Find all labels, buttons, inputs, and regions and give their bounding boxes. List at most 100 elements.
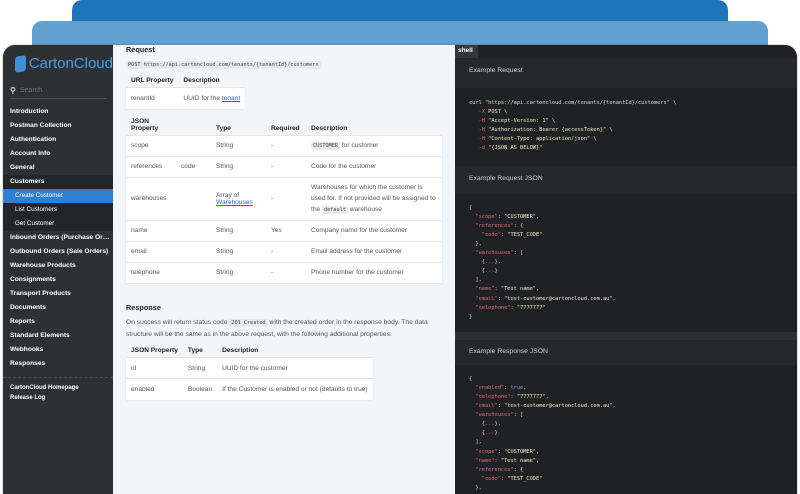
cell: Company name for the customer (306, 220, 442, 241)
cell: name (126, 220, 176, 241)
cell: warehouses (126, 177, 176, 220)
response-property-table: JSON Property Type Description id String UUI… (126, 344, 373, 400)
cell: CUSTOMER for customer (306, 135, 442, 156)
sidebar-item[interactable]: Webhooks (3, 343, 113, 357)
sidebar-item[interactable]: Consignments (3, 273, 113, 287)
table-row: warehouses Array of Warehouses - Warehouses … (126, 177, 442, 220)
column-header: URL Property (131, 77, 174, 84)
table-row: enabled Boolean If the Customer is enabled… (126, 378, 373, 400)
table-row: tenantId UUID for the tenant (126, 87, 246, 109)
cell: UUID for the customer (217, 357, 373, 379)
response-json-code-block: { "enabled": true, "telephone": "7777777… (469, 375, 616, 491)
cell-text: UUID for the (183, 94, 222, 102)
request-heading: Request (126, 45, 155, 54)
column-header: JSON Property (131, 117, 159, 132)
sidebar: CartonCloud ⚲ Search Introduction Postman … (3, 45, 113, 494)
column-header: Type (216, 124, 231, 132)
cell: enabled (126, 378, 183, 400)
sidebar-item[interactable]: Standard Elements (3, 329, 113, 343)
endpoint: POST https://api.cartoncloud.com/tenants… (126, 61, 321, 69)
divider (3, 377, 113, 378)
cell: - (266, 241, 306, 262)
sidebar-item[interactable]: Create Customer (3, 189, 113, 203)
table-row: references code String - Code for the custom… (126, 156, 442, 177)
url-property-table: URL Property Description tenantId UUID for… (126, 74, 246, 109)
warehouses-link[interactable]: Warehouses (216, 199, 253, 206)
cell: UUID for the tenant (178, 87, 246, 109)
cell: Code for the customer (306, 156, 442, 177)
cell: tenantId (126, 87, 179, 109)
cell: Yes (266, 220, 306, 241)
sidebar-item[interactable]: Outbound Orders (Sale Orders) (3, 245, 113, 259)
column-header: Description (183, 77, 220, 84)
sidebar-item[interactable]: Responses (3, 357, 113, 371)
nav-menu: Introduction Postman Collection Authentica… (3, 105, 113, 371)
column-header: Description (311, 124, 348, 132)
cell: Boolean (182, 378, 218, 400)
footer-link-homepage[interactable]: CartonCloud Homepage (3, 384, 113, 394)
sidebar-item[interactable]: Account Info (3, 147, 113, 161)
search-input[interactable]: ⚲ Search (10, 83, 107, 99)
table-row: telephone String - Phone number for the cus… (126, 262, 442, 283)
cell: references (126, 156, 176, 177)
cell (176, 177, 211, 220)
response-heading: Response (126, 303, 161, 312)
sidebar-item[interactable]: Authentication (3, 133, 113, 147)
tenant-link[interactable]: tenant (222, 95, 240, 102)
sidebar-item[interactable]: General (3, 161, 113, 175)
cell: String (211, 135, 266, 156)
cartoncloud-logo-icon (15, 54, 26, 73)
column-header: Required (271, 124, 300, 132)
sidebar-item[interactable]: Get Customer (3, 217, 113, 231)
cell: String (211, 220, 266, 241)
sidebar-item[interactable]: List Customers (3, 203, 113, 217)
request-json-code-block: { "scope": "CUSTOMER", "references": { "… (469, 204, 616, 320)
sidebar-item[interactable]: Customers (3, 175, 113, 189)
divider (455, 331, 797, 340)
cell: String (211, 156, 266, 177)
code-panel: shell Example Request curl "https://api.… (455, 45, 797, 494)
table-row: id String UUID for the customer (126, 357, 373, 379)
sidebar-item[interactable]: Documents (3, 301, 113, 315)
cell: String (211, 241, 266, 262)
table-row: email String - Email address for the custom… (126, 241, 442, 262)
example-request-json-header: Example Request JSON (455, 165, 797, 194)
cell: Warehouses for which the customer is use… (306, 177, 442, 220)
cell: - (266, 177, 306, 220)
cell (176, 135, 211, 156)
cell: String (182, 357, 218, 379)
cell: telephone (126, 262, 176, 283)
cell (176, 262, 211, 283)
cell: id (126, 357, 183, 379)
sidebar-item[interactable]: Inbound Orders (Purchase Orders) (3, 231, 113, 245)
sidebar-item[interactable]: Reports (3, 315, 113, 329)
tab-shell[interactable]: shell (455, 45, 478, 58)
cell: Email address for the customer (306, 241, 442, 262)
cell: email (126, 241, 176, 262)
cell: Phone number for the customer (306, 262, 442, 283)
cell: - (266, 156, 306, 177)
footer-link-release-log[interactable]: Release Log (3, 394, 113, 404)
main-content: Request POST https://api.cartoncloud.com… (113, 45, 455, 494)
cell: Array of Warehouses (211, 177, 266, 220)
cell: If the Customer is enabled or not (defau… (217, 378, 373, 400)
cell: code (176, 156, 211, 177)
docs-window: CartonCloud ⚲ Search Introduction Postman … (3, 45, 797, 494)
example-request-header: Example Request (455, 58, 797, 88)
table-row: name String Yes Company name for the custom… (126, 220, 442, 241)
sidebar-item[interactable]: Introduction (3, 105, 113, 119)
sidebar-item[interactable]: Warehouse Products (3, 259, 113, 273)
cell: scope (126, 135, 176, 156)
cell: - (266, 135, 306, 156)
logo[interactable]: CartonCloud (3, 45, 113, 75)
sidebar-item[interactable]: Postman Collection (3, 119, 113, 133)
example-response-json-header: Example Response JSON (455, 339, 797, 365)
column-header: Description (222, 347, 259, 354)
cell (176, 241, 211, 262)
cell: - (266, 262, 306, 283)
response-description: On success will return status code 201 C… (126, 319, 428, 338)
table-row: scope String - CUSTOMER for customer (126, 135, 442, 156)
cell: String (211, 262, 266, 283)
column-header: JSON Property (131, 347, 178, 354)
sidebar-item[interactable]: Transport Products (3, 287, 113, 301)
